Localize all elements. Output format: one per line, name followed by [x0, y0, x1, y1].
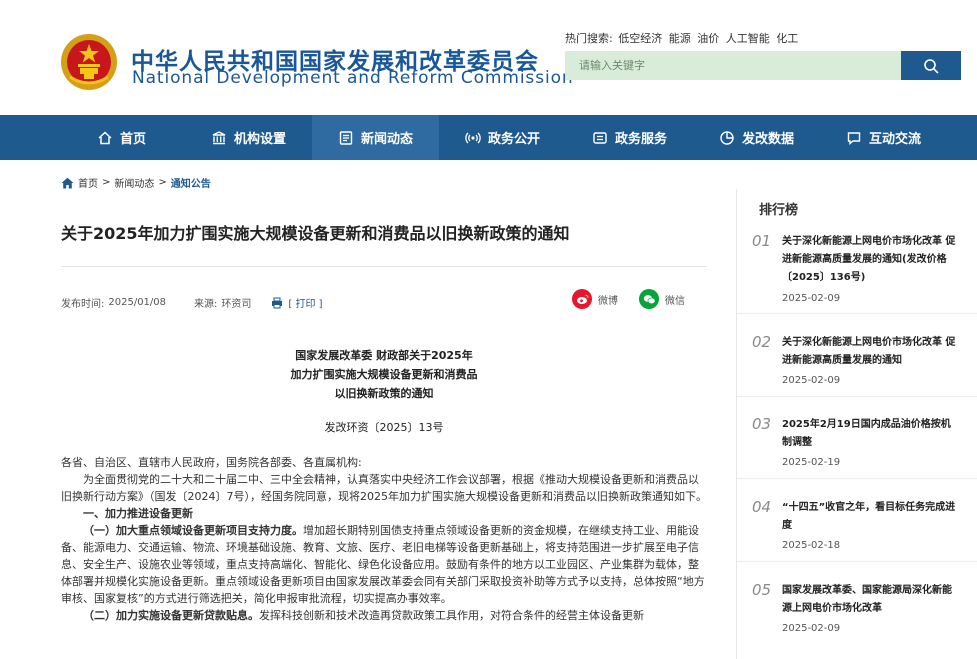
- ranking-date: 2025-02-18: [782, 540, 841, 551]
- ranking-title: 排行榜: [759, 203, 799, 218]
- wechat-icon: [639, 289, 659, 309]
- doc-head-line: 国家发展改革委 财政部关于2025年: [295, 349, 473, 362]
- nav-item-label: 首页: [119, 132, 146, 147]
- ranking-item[interactable]: 01 关于深化新能源上网电价市场化改革 促进新能源高质量发展的通知(发改价格〔2…: [737, 232, 977, 314]
- ranking-item[interactable]: 03 2025年2月19日国内成品油价格按机制调整 2025-02-19: [737, 415, 977, 479]
- home-icon: [98, 130, 112, 144]
- nav-item-interaction[interactable]: 互动交流: [820, 115, 947, 160]
- pie-chart-icon: [720, 130, 734, 145]
- service-icon: [593, 131, 607, 144]
- section-heading: 一、加力推进设备更新: [83, 507, 193, 520]
- hot-term-link[interactable]: 能源: [669, 32, 691, 45]
- hot-term-link[interactable]: 化工: [776, 32, 798, 45]
- hot-search: 热门搜索: 低空经济 能源 油价 人工智能 化工: [565, 30, 801, 46]
- ranking-number: 02: [752, 333, 772, 351]
- article-body: 各省、自治区、直辖市人民政府，国务院各部委、各直属机构: 为全面贯彻党的二十大和…: [61, 454, 707, 624]
- ranking-link[interactable]: 国家发展改革委、国家能源局深化新能源上网电价市场化改革: [782, 582, 960, 618]
- search-input[interactable]: [565, 51, 901, 80]
- search-icon: [924, 58, 939, 73]
- subsection-heading: （二）加力实施设备更新贷款贴息。: [83, 609, 259, 622]
- ranking-date: 2025-02-09: [782, 623, 841, 634]
- hot-search-label: 热门搜索:: [565, 32, 613, 45]
- breadcrumb-notice[interactable]: 通知公告: [171, 175, 211, 190]
- nav-item-label: 新闻动态: [360, 132, 413, 147]
- search-button[interactable]: [901, 51, 961, 80]
- share-weibo-label: 微博: [598, 295, 618, 307]
- hot-term-link[interactable]: 人工智能: [726, 32, 770, 45]
- nav-item-label: 互动交流: [868, 132, 921, 147]
- nav-item-label: 政务服务: [614, 132, 667, 147]
- title-divider: [61, 266, 707, 267]
- ranking-sidebar: 排行榜 01 关于深化新能源上网电价市场化改革 促进新能源高质量发展的通知(发改…: [736, 189, 977, 659]
- home-icon[interactable]: [61, 177, 74, 189]
- nav-item-news[interactable]: 新闻动态: [312, 115, 439, 160]
- subsection-text: 发挥科技创新和技术改造再贷款政策工具作用，对符合条件的经营主体设备更新: [259, 609, 644, 622]
- ranking-date: 2025-02-19: [782, 457, 841, 468]
- chat-icon: [847, 131, 861, 145]
- breadcrumb: 首页 > 新闻动态 > 通知公告: [61, 175, 211, 190]
- broadcast-icon: [465, 132, 481, 143]
- nav-item-home[interactable]: 首页: [58, 115, 185, 160]
- ranking-date: 2025-02-09: [782, 375, 841, 386]
- ranking-link[interactable]: 2025年2月19日国内成品油价格按机制调整: [782, 416, 960, 452]
- subsection-heading: （一）加大重点领域设备更新项目支持力度。: [83, 524, 303, 537]
- source-value: 环资司: [221, 299, 252, 310]
- paragraph: （一）加大重点领域设备更新项目支持力度。增加超长期特别国债支持重点领域设备更新的…: [61, 522, 707, 607]
- hot-term-link[interactable]: 油价: [697, 32, 719, 45]
- ranking-link[interactable]: 关于深化新能源上网电价市场化改革 促进新能源高质量发展的通知: [782, 334, 960, 370]
- site-title-en: National Development and Reform Commissi…: [132, 68, 574, 88]
- document-heading: 国家发展改革委 财政部关于2025年 加力扩围实施大规模设备更新和消费品 以旧换…: [61, 346, 707, 403]
- ranking-link[interactable]: 关于深化新能源上网电价市场化改革 促进新能源高质量发展的通知(发改价格〔2025…: [782, 233, 960, 287]
- nav-item-label: 机构设置: [233, 132, 286, 147]
- article-title: 关于2025年加力扩围实施大规模设备更新和消费品以旧换新政策的通知: [61, 224, 570, 243]
- doc-head-line: 加力扩围实施大规模设备更新和消费品: [290, 368, 478, 381]
- printer-icon: [272, 297, 283, 308]
- share-wechat-label: 微信: [665, 295, 685, 307]
- share-weibo-button[interactable]: 微博: [572, 289, 618, 309]
- nav-item-label: 发改数据: [741, 132, 794, 147]
- national-emblem-icon: [61, 34, 117, 90]
- print-label: [ 打印 ]: [288, 299, 323, 310]
- breadcrumb-home[interactable]: 首页: [78, 175, 98, 190]
- document-number: 发改环资〔2025〕13号: [324, 421, 444, 434]
- publish-label: 发布时间:: [61, 299, 105, 310]
- ranking-number: 03: [752, 415, 772, 433]
- ranking-item[interactable]: 04 “十四五”收官之年，看目标任务完成进度 2025-02-18: [737, 498, 977, 562]
- share-wechat-button[interactable]: 微信: [639, 289, 685, 309]
- ranking-item[interactable]: 05 国家发展改革委、国家能源局深化新能源上网电价市场化改革 2025-02-0…: [737, 581, 977, 645]
- ranking-date: 2025-02-09: [782, 293, 841, 304]
- ranking-item[interactable]: 02 关于深化新能源上网电价市场化改革 促进新能源高质量发展的通知 2025-0…: [737, 333, 977, 397]
- paragraph: （二）加力实施设备更新贷款贴息。发挥科技创新和技术改造再贷款政策工具作用，对符合…: [61, 607, 707, 624]
- ranking-link[interactable]: “十四五”收官之年，看目标任务完成进度: [782, 499, 960, 535]
- source-label: 来源:: [194, 299, 218, 310]
- weibo-icon: [572, 289, 592, 309]
- ranking-number: 05: [752, 581, 772, 599]
- institution-icon: [212, 130, 226, 144]
- main-nav: 首页 机构设置 新闻动态 政务公开 政务服务 发改数据 互动交流: [0, 115, 977, 160]
- nav-item-institution[interactable]: 机构设置: [185, 115, 312, 160]
- publish-date: 2025/01/08: [108, 297, 167, 308]
- print-button[interactable]: [ 打印 ]: [271, 295, 323, 310]
- nav-item-gov-affairs[interactable]: 政务公开: [439, 115, 566, 160]
- doc-head-line: 以旧换新政策的通知: [334, 387, 434, 400]
- nav-item-data[interactable]: 发改数据: [693, 115, 820, 160]
- breadcrumb-news[interactable]: 新闻动态: [114, 175, 154, 190]
- nav-item-label: 政务公开: [487, 132, 540, 147]
- ranking-number: 01: [752, 232, 772, 250]
- addressee: 各省、自治区、直辖市人民政府，国务院各部委、各直属机构:: [61, 456, 362, 469]
- nav-item-gov-service[interactable]: 政务服务: [566, 115, 693, 160]
- article-meta: 发布时间: 2025/01/08 来源: 环资司 [ 打印 ]: [61, 295, 323, 310]
- ranking-number: 04: [752, 498, 772, 516]
- site-header: 中华人民共和国国家发展和改革委员会 National Development a…: [0, 0, 977, 115]
- paragraph: 为全面贯彻党的二十大和二十届二中、三中全会精神，认真落实中央经济工作会议部署，根…: [61, 473, 707, 503]
- hot-term-link[interactable]: 低空经济: [618, 32, 662, 45]
- news-icon: [339, 130, 353, 145]
